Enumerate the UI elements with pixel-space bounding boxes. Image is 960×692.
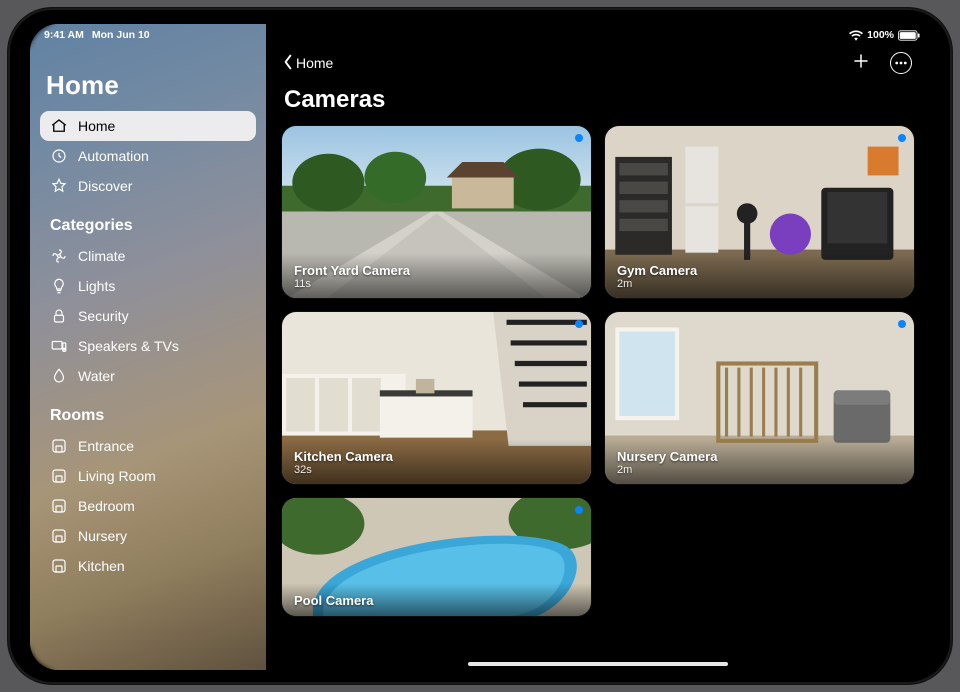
plus-icon: [852, 52, 870, 75]
sidebar-item-speakers-tvs[interactable]: Speakers & TVs: [40, 331, 256, 361]
add-button[interactable]: [848, 50, 874, 76]
camera-card-kitchen[interactable]: Kitchen Camera 32s: [282, 312, 591, 484]
room-icon: [50, 557, 68, 575]
status-time: 9:41 AM: [44, 29, 84, 41]
live-indicator: [898, 320, 906, 328]
live-indicator: [575, 134, 583, 142]
sidebar-item-label: Automation: [78, 148, 149, 164]
sidebar-item-water[interactable]: Water: [40, 361, 256, 391]
camera-card-pool[interactable]: Pool Camera: [282, 498, 591, 616]
fan-icon: [50, 247, 68, 265]
status-date: Mon Jun 10: [92, 29, 150, 41]
sidebar-item-label: Bedroom: [78, 498, 135, 514]
camera-name: Kitchen Camera: [294, 449, 579, 464]
sidebar-item-label: Kitchen: [78, 558, 125, 574]
back-label: Home: [296, 55, 333, 71]
sidebar-item-climate[interactable]: Climate: [40, 241, 256, 271]
ellipsis-circle-icon: [890, 52, 912, 74]
sidebar-item-label: Speakers & TVs: [78, 338, 179, 354]
sidebar-item-label: Living Room: [78, 468, 156, 484]
status-bar-left: 9:41 AM Mon Jun 10: [44, 29, 150, 41]
camera-name: Gym Camera: [617, 263, 902, 278]
room-icon: [50, 527, 68, 545]
ipad-frame: 9:41 AM Mon Jun 10 Home Home Automation: [8, 8, 952, 684]
sidebar-item-nursery[interactable]: Nursery: [40, 521, 256, 551]
sidebar-item-label: Nursery: [78, 528, 127, 544]
room-icon: [50, 467, 68, 485]
back-button[interactable]: Home: [282, 54, 333, 73]
camera-overlay: Front Yard Camera 11s: [282, 253, 591, 298]
sidebar-item-label: Climate: [78, 248, 125, 264]
home-indicator[interactable]: [468, 662, 728, 666]
camera-name: Front Yard Camera: [294, 263, 579, 278]
camera-card-nursery[interactable]: Nursery Camera 2m: [605, 312, 914, 484]
camera-time: 32s: [294, 464, 579, 476]
sidebar: 9:41 AM Mon Jun 10 Home Home Automation: [30, 24, 266, 670]
sidebar-item-label: Home: [78, 118, 115, 134]
battery-icon: [898, 30, 920, 41]
camera-time: 11s: [294, 278, 579, 290]
camera-time: 2m: [617, 464, 902, 476]
drop-icon: [50, 367, 68, 385]
sidebar-item-discover[interactable]: Discover: [40, 171, 256, 201]
section-header-rooms: Rooms: [50, 407, 256, 425]
tv-speaker-icon: [50, 337, 68, 355]
live-indicator: [575, 506, 583, 514]
more-button[interactable]: [888, 50, 914, 76]
sidebar-item-label: Water: [78, 368, 115, 384]
camera-name: Pool Camera: [294, 593, 579, 608]
sidebar-item-living-room[interactable]: Living Room: [40, 461, 256, 491]
sidebar-item-home[interactable]: Home: [40, 111, 256, 141]
live-indicator: [898, 134, 906, 142]
camera-name: Nursery Camera: [617, 449, 902, 464]
chevron-left-icon: [282, 54, 294, 73]
camera-overlay: Gym Camera 2m: [605, 253, 914, 298]
battery-percent: 100%: [867, 29, 894, 41]
star-icon: [50, 177, 68, 195]
status-bar-right: 100%: [849, 29, 920, 41]
sidebar-item-lights[interactable]: Lights: [40, 271, 256, 301]
main-content: 100% Home: [266, 24, 930, 670]
camera-time: 2m: [617, 278, 902, 290]
lock-icon: [50, 307, 68, 325]
screen: 9:41 AM Mon Jun 10 Home Home Automation: [30, 24, 930, 670]
bulb-icon: [50, 277, 68, 295]
sidebar-item-label: Discover: [78, 178, 132, 194]
camera-overlay: Pool Camera: [282, 583, 591, 616]
sidebar-item-bedroom[interactable]: Bedroom: [40, 491, 256, 521]
camera-overlay: Nursery Camera 2m: [605, 439, 914, 484]
sidebar-item-label: Lights: [78, 278, 115, 294]
nav-bar: Home: [282, 50, 914, 76]
sidebar-item-kitchen[interactable]: Kitchen: [40, 551, 256, 581]
camera-grid: Front Yard Camera 11s: [282, 126, 914, 616]
page-title: Cameras: [284, 86, 914, 114]
sidebar-item-security[interactable]: Security: [40, 301, 256, 331]
sidebar-item-automation[interactable]: Automation: [40, 141, 256, 171]
live-indicator: [575, 320, 583, 328]
camera-card-gym[interactable]: Gym Camera 2m: [605, 126, 914, 298]
sidebar-item-label: Security: [78, 308, 129, 324]
house-icon: [50, 117, 68, 135]
section-header-categories: Categories: [50, 217, 256, 235]
camera-overlay: Kitchen Camera 32s: [282, 439, 591, 484]
sidebar-item-entrance[interactable]: Entrance: [40, 431, 256, 461]
app-title: Home: [46, 70, 256, 101]
room-icon: [50, 437, 68, 455]
sidebar-item-label: Entrance: [78, 438, 134, 454]
clock-arrow-icon: [50, 147, 68, 165]
camera-card-front-yard[interactable]: Front Yard Camera 11s: [282, 126, 591, 298]
wifi-icon: [849, 30, 863, 41]
room-icon: [50, 497, 68, 515]
